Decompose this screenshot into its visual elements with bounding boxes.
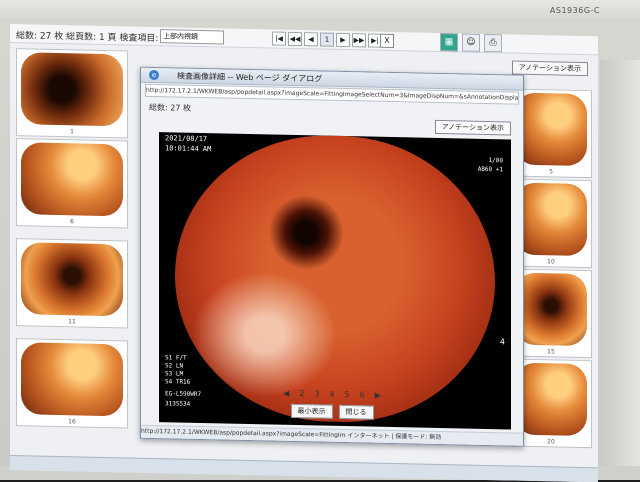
thumbnail-image — [515, 272, 587, 347]
browser-icon: e — [149, 69, 159, 81]
pager-next-button[interactable]: ▶ — [336, 32, 350, 48]
close-icon[interactable]: X — [380, 33, 394, 49]
monitor-brand: AS1936G-C — [549, 6, 600, 15]
image-detail-dialog: e 検査画像詳細 -- Web ページ ダイアログ http://172.17.… — [140, 66, 524, 447]
thumbnail-number: 6 — [70, 218, 74, 226]
thumbnail-number: 11 — [68, 318, 76, 326]
pager-current-page[interactable]: 1 — [320, 32, 334, 47]
person-icon[interactable]: ☺ — [462, 33, 480, 52]
scope-settings: S1 F/T S2 LN S3 LM S4 TR16 — [165, 354, 190, 387]
thumbnail-image — [515, 362, 587, 437]
pager-prev-group-button[interactable]: ◀◀ — [288, 31, 302, 47]
image-index: 4 — [499, 337, 505, 347]
thumbnail-image — [21, 242, 123, 317]
thumbnail-number: 16 — [68, 418, 76, 426]
thumbnail-image — [21, 142, 123, 217]
monitor-right-edge — [600, 60, 640, 480]
dialog-page-link[interactable]: 2 — [299, 389, 304, 398]
dialog-page-link[interactable]: 6 — [360, 390, 365, 399]
minimize-view-button[interactable]: 最小表示 — [290, 403, 333, 419]
image-count-text: 総数: 27 枚 総頁数: 1 頁 検査項目: — [16, 31, 159, 45]
dialog-page-link[interactable]: 4 — [329, 390, 334, 399]
thumbnail[interactable]: 6 — [16, 138, 128, 229]
endoscopy-view — [175, 132, 495, 426]
dialog-image-count: 総数: 27 枚 — [149, 102, 191, 113]
dialog-annotation-button[interactable]: アノテーション表示 — [434, 119, 511, 136]
thumbnail-image — [515, 92, 587, 167]
thumbnail-image — [21, 342, 123, 417]
monitor-top-bezel: AS1936G-C — [0, 0, 640, 22]
view-toggle-group: ▦ ☺ ⎙ — [440, 33, 502, 53]
thumbnail[interactable]: 16 — [16, 338, 128, 429]
top-pager: |◀ ◀◀ ◀ 1 ▶ ▶▶ ▶| — [272, 31, 382, 48]
thumbnail[interactable]: 1 — [16, 48, 128, 139]
exam-date: 2021/08/17 — [165, 134, 208, 144]
printer-icon[interactable]: ⎙ — [484, 33, 502, 53]
dialog-page-link[interactable]: 5 — [345, 390, 350, 399]
enhancement-setting: AB60 +1 — [477, 165, 503, 174]
thumbnail[interactable]: 11 — [16, 238, 128, 329]
thumbnail-image — [515, 182, 587, 257]
grid-icon[interactable]: ▦ — [440, 33, 458, 52]
close-button[interactable]: 閉じる — [338, 404, 374, 420]
dialog-title: 検査画像詳細 -- Web ページ ダイアログ — [177, 71, 323, 84]
frame-counter: 1/80 — [488, 157, 503, 165]
dialog-prev-button[interactable]: ◀ — [283, 389, 289, 398]
dialog-page-link[interactable]: 3 — [314, 389, 319, 398]
dialog-next-button[interactable]: ▶ — [375, 391, 381, 400]
endoscopy-image: 2021/08/17 10:01:44 AM 1/80 AB60 +1 4 S1… — [159, 132, 511, 430]
screen: 総数: 27 枚 総頁数: 1 頁 検査項目: 上部内視鏡 |◀ ◀◀ ◀ 1 … — [10, 24, 598, 482]
pager-first-button[interactable]: |◀ — [272, 31, 286, 46]
thumbnail-image — [21, 52, 123, 127]
pager-prev-button[interactable]: ◀ — [304, 32, 318, 47]
thumbnail-number: 1 — [70, 128, 74, 136]
pager-next-group-button[interactable]: ▶▶ — [352, 33, 366, 48]
exam-type-field[interactable]: 上部内視鏡 — [160, 29, 224, 45]
exam-time: 10:01:44 AM — [165, 144, 212, 154]
